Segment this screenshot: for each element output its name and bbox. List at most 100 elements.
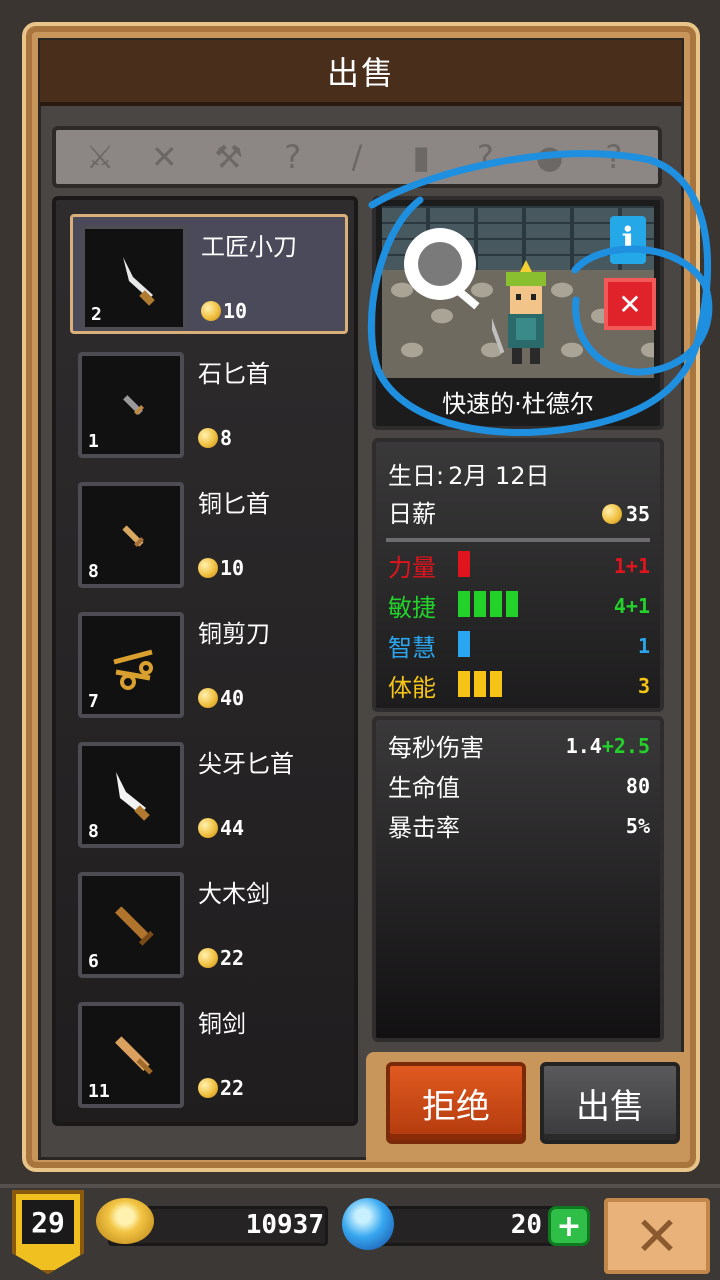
hero-sprite [492, 260, 546, 364]
item-level: 11 [88, 1081, 110, 1102]
filter-staff-icon[interactable]: / [333, 138, 381, 176]
filter-pot-icon[interactable]: ● [526, 138, 574, 176]
close-button[interactable]: ✕ [604, 1198, 710, 1274]
price-value: 10 [223, 299, 248, 323]
dps-base: 1.4 [565, 733, 602, 758]
price-value: 22 [220, 1076, 245, 1100]
item-name: 大木剑 [198, 880, 270, 908]
item-thumbnail: 6 [78, 872, 184, 978]
item-thumbnail: 1 [78, 352, 184, 458]
fang-icon [116, 772, 150, 821]
item-price: 22 [198, 946, 244, 970]
item-level: 6 [88, 951, 99, 972]
list-item[interactable]: 7 铜剪刀 40 [70, 604, 348, 724]
item-level: 2 [91, 304, 102, 325]
stat-bars [458, 550, 474, 581]
stat-label: 智慧 [388, 634, 436, 662]
item-list: 2 工匠小刀 10 1 石匕首 8 8 铜匕首 10 7 铜剪刀 40 8 尖牙… [52, 196, 358, 1126]
scissors-icon [113, 649, 153, 690]
stat-bars [458, 630, 474, 661]
reject-button[interactable]: 拒绝 [386, 1062, 526, 1144]
crit-row: 暴击率 5% [388, 808, 650, 843]
stat-strength: 力量 1+1 [388, 548, 650, 583]
filter-question-icon[interactable]: ? [590, 138, 638, 176]
stat-value: 4+1 [613, 593, 650, 618]
filter-sword-icon[interactable]: ✕ [140, 138, 188, 176]
stat-bars [458, 590, 522, 621]
add-gems-button[interactable]: + [548, 1206, 590, 1246]
coin-icon [198, 1078, 218, 1098]
list-item[interactable]: 8 铜匕首 10 [70, 474, 348, 594]
price-value: 40 [220, 686, 245, 710]
filter-dagger-icon[interactable]: ⚔ [76, 138, 124, 176]
hp-row: 生命值 80 [388, 768, 650, 803]
filter-question-icon[interactable]: ? [461, 138, 509, 176]
list-item[interactable]: 8 尖牙匕首 44 [70, 734, 348, 854]
price-value: 8 [220, 426, 233, 450]
stat-value: 1+1 [613, 553, 650, 578]
birthday-value: 2月 12日 [448, 462, 550, 490]
knife-icon [123, 257, 155, 306]
coin-icon [198, 948, 218, 968]
filter-axe-icon[interactable]: ⚒ [205, 138, 253, 176]
birthday-label: 生日: [388, 462, 445, 490]
list-item[interactable]: 6 大木剑 22 [70, 864, 348, 984]
item-level: 1 [88, 431, 99, 452]
page-title: 出售 [40, 40, 682, 106]
dagger-icon [122, 525, 144, 547]
dps-bonus: +2.5 [601, 733, 650, 758]
item-thumbnail: 7 [78, 612, 184, 718]
price-value: 22 [220, 946, 245, 970]
coin-icon [201, 301, 221, 321]
price-value: 10 [220, 556, 245, 580]
gem-icon [342, 1198, 394, 1250]
hp-value: 80 [625, 773, 650, 798]
price-value: 44 [220, 816, 245, 840]
sword-icon [115, 906, 154, 946]
hero-scene: i ✕ [382, 206, 656, 378]
stat-agility: 敏捷 4+1 [388, 588, 650, 623]
item-price: 8 [198, 426, 232, 450]
item-thumbnail: 8 [78, 742, 184, 848]
divider [386, 538, 650, 542]
filter-bottle-icon[interactable]: ▮ [397, 138, 445, 176]
hp-label: 生命值 [388, 774, 460, 802]
crit-label: 暴击率 [388, 814, 460, 842]
dps-value: 1.4+2.5 [566, 734, 650, 758]
filter-question-icon[interactable]: ? [269, 138, 317, 176]
item-name: 工匠小刀 [201, 233, 297, 261]
sell-button[interactable]: 出售 [540, 1062, 680, 1144]
stat-bars [458, 670, 506, 701]
list-item[interactable]: 11 铜剑 22 [70, 994, 348, 1114]
dagger-icon [123, 395, 144, 415]
gold-coin-icon [96, 1198, 154, 1244]
coin-icon [601, 504, 622, 524]
item-name: 铜剑 [198, 1010, 246, 1038]
stat-value: 3 [637, 673, 650, 698]
search-icon[interactable] [404, 228, 476, 300]
player-level: 29 [22, 1200, 74, 1244]
coin-icon [198, 818, 218, 838]
hero-stats-panel: 生日: 2月 12日 日薪 35 力量 1+1 敏捷 4+1 智慧 1 体能 3 [372, 438, 664, 712]
salary-label: 日薪 [388, 500, 436, 528]
list-item[interactable]: 2 工匠小刀 10 [70, 214, 348, 334]
item-price: 10 [201, 299, 247, 323]
item-level: 8 [88, 821, 99, 842]
item-level: 7 [88, 691, 99, 712]
coin-icon [198, 688, 218, 708]
item-name: 石匕首 [198, 360, 270, 388]
item-price: 10 [198, 556, 244, 580]
item-price: 40 [198, 686, 244, 710]
gem-amount: 20 [510, 1210, 542, 1240]
coin-icon [198, 428, 218, 448]
salary-amount: 35 [625, 502, 650, 526]
gold-amount: 10937 [245, 1210, 324, 1240]
stat-wisdom: 智慧 1 [388, 628, 650, 663]
dps-label: 每秒伤害 [388, 734, 484, 762]
item-thumbnail: 8 [78, 482, 184, 588]
salary-value: 35 [601, 502, 650, 526]
item-price: 22 [198, 1076, 244, 1100]
dismiss-hero-icon[interactable]: ✕ [604, 278, 656, 330]
info-button[interactable]: i [610, 216, 646, 264]
list-item[interactable]: 1 石匕首 8 [70, 344, 348, 464]
